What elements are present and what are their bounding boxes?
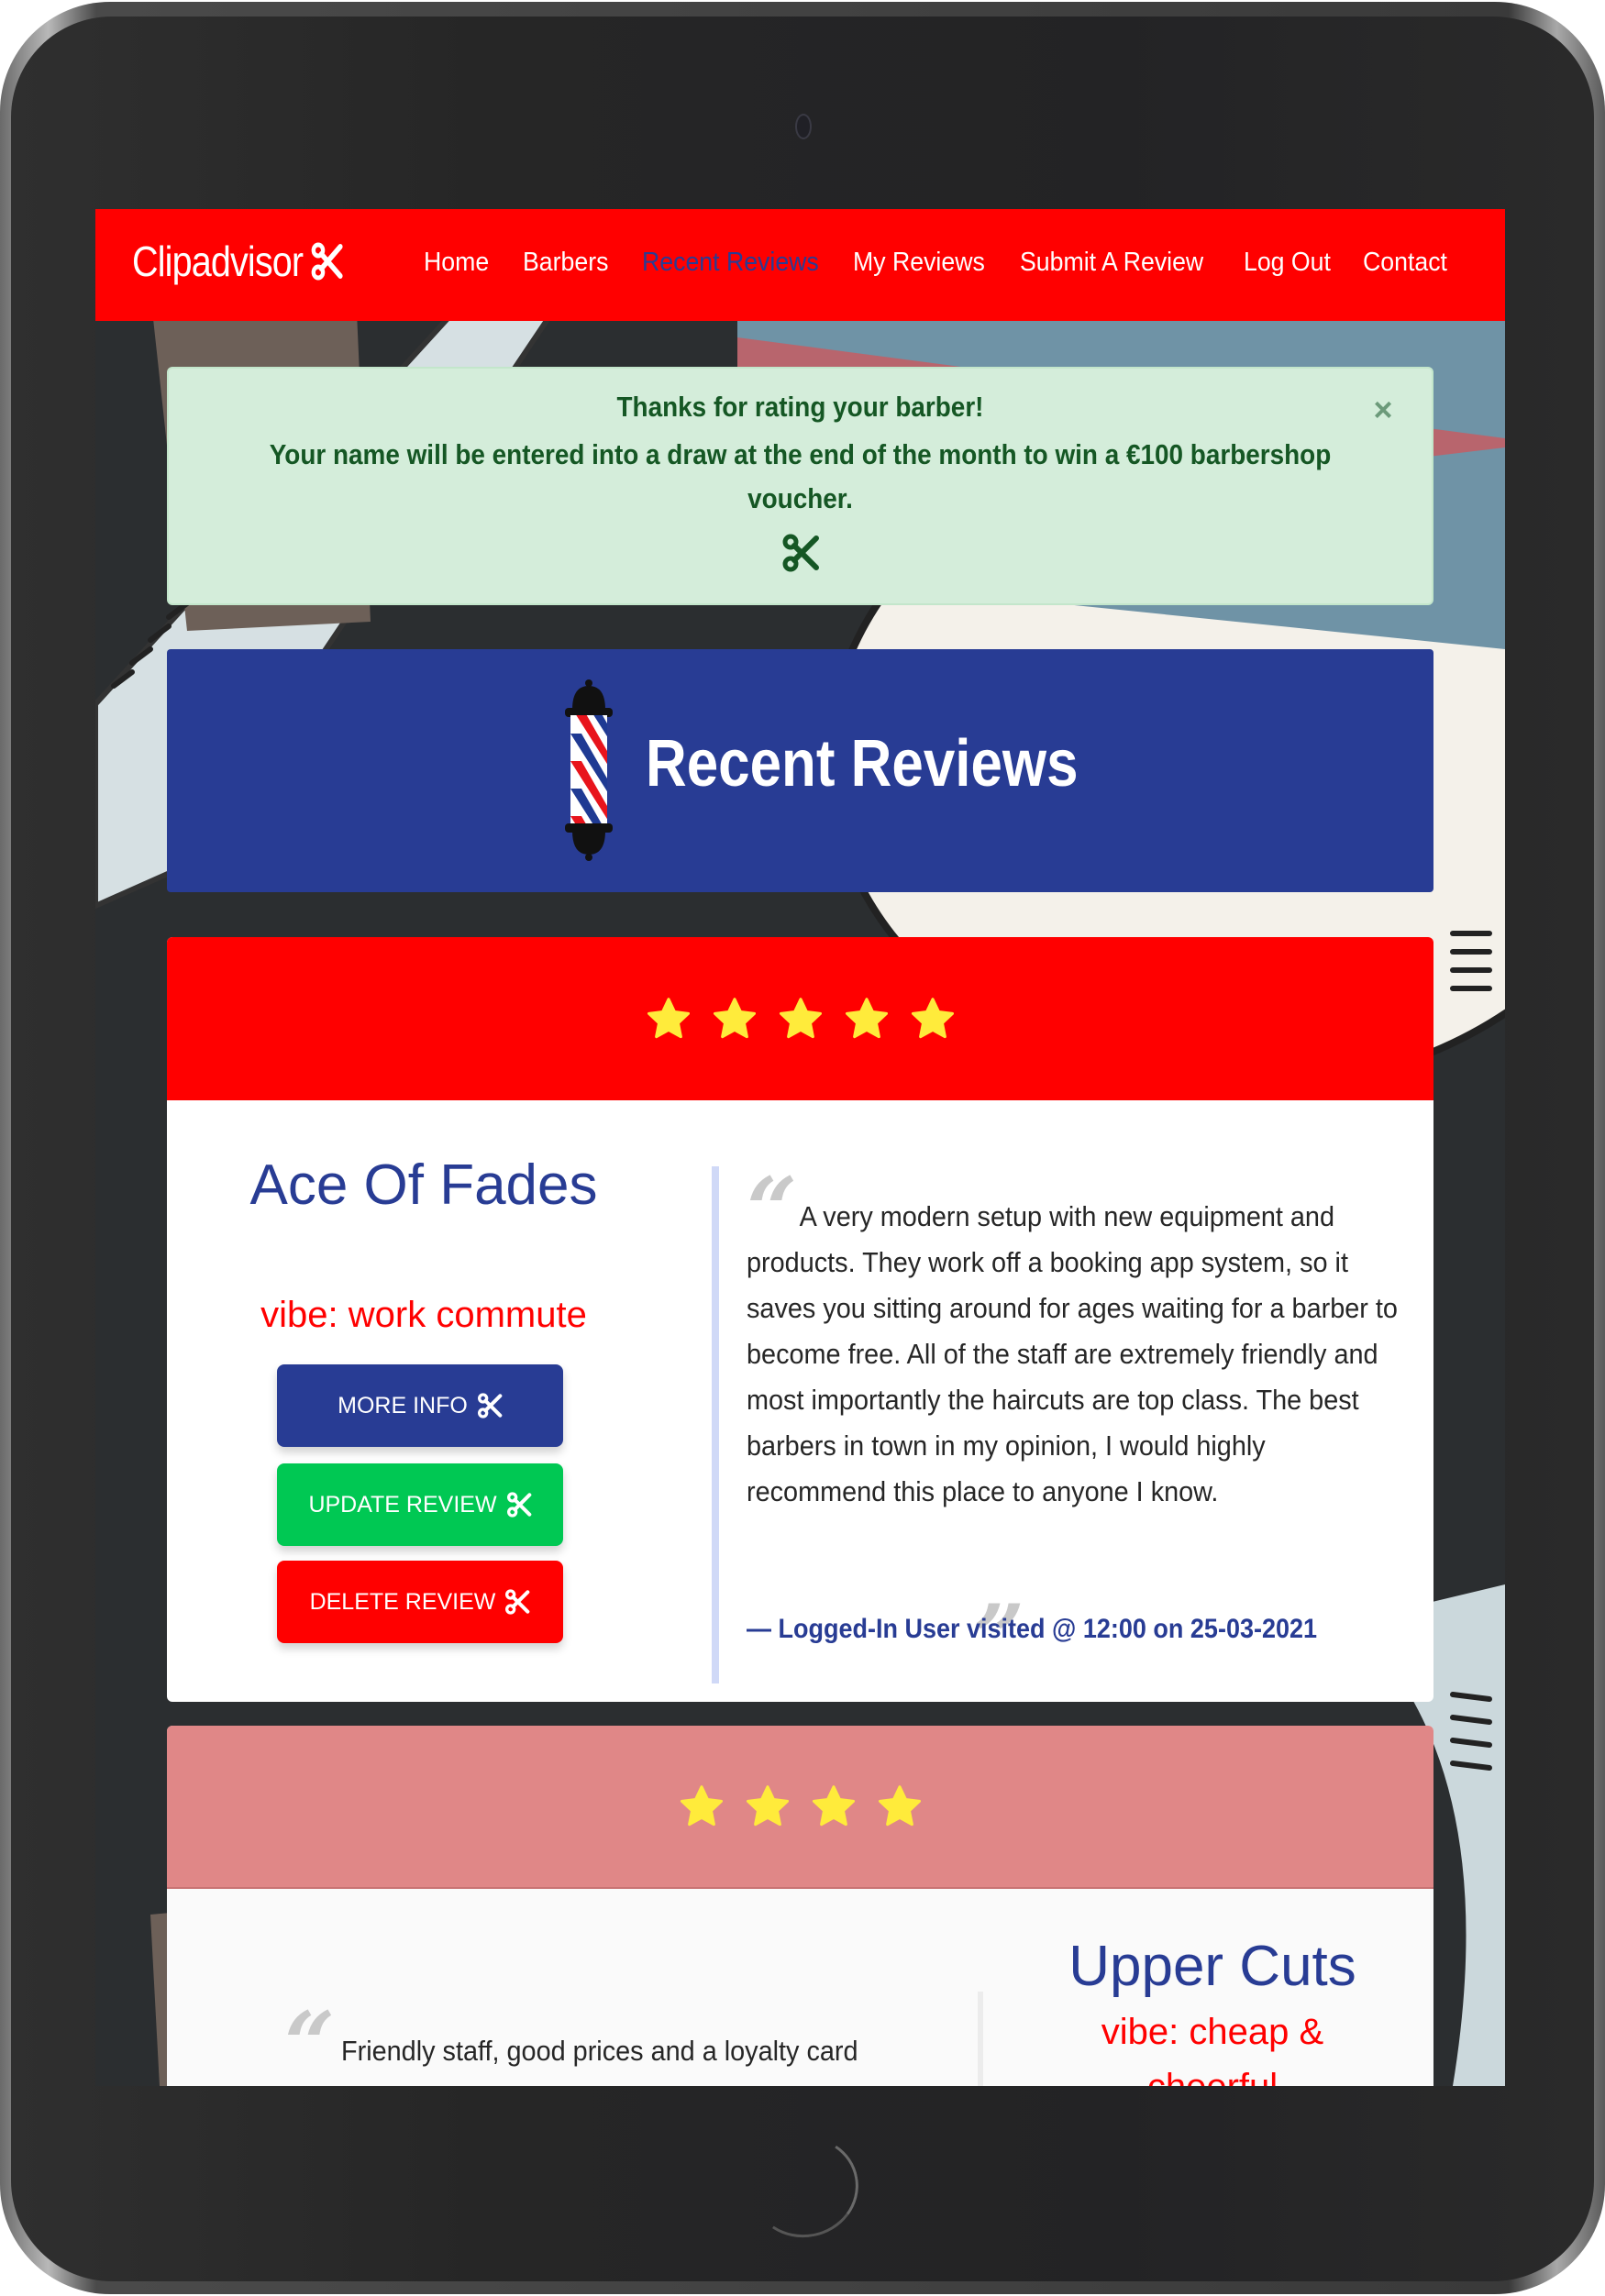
screen: Clipadvisor Home Barbers Recent Reviews … [95, 209, 1505, 2086]
alert-title: Thanks for rating your barber! [616, 391, 984, 423]
star-icon [878, 1785, 921, 1827]
quote-divider [978, 1992, 983, 2086]
brand-logo[interactable]: Clipadvisor [132, 237, 343, 286]
nav-barbers[interactable]: Barbers [523, 248, 633, 278]
nav-links: Home Barbers Recent Reviews My Reviews S… [424, 248, 1464, 278]
nav-contact[interactable]: Contact [1363, 248, 1456, 278]
barber-vibe-continued: cheerful [1002, 2059, 1423, 2086]
quote-divider [712, 1166, 719, 1386]
star-icon [845, 998, 888, 1039]
star-icon [812, 1785, 855, 1827]
barber-name: Upper Cuts [1068, 1935, 1356, 1998]
success-alert: Thanks for rating your barber! Your name… [167, 367, 1433, 605]
update-review-button[interactable]: UPDATE REVIEW [277, 1463, 563, 1546]
quote-divider [712, 1383, 719, 1683]
star-icon [680, 1785, 723, 1827]
more-info-button[interactable]: MORE INFO [277, 1364, 563, 1447]
barber-vibe: vibe: work commute [260, 1295, 587, 1335]
alert-message: Your name will be entered into a draw at… [269, 438, 1332, 514]
review-text: A very modern setup with new equipment a… [747, 1200, 1398, 1507]
star-rating [167, 1726, 1433, 1889]
brand-name: Clipadvisor [132, 237, 304, 285]
review-card: “ Friendly staff, good prices and a loya… [167, 1726, 1433, 2086]
star-icon [713, 998, 756, 1039]
barber-vibe: vibe: cheap & [1101, 2012, 1324, 2052]
nav-home[interactable]: Home [424, 248, 515, 278]
close-icon[interactable]: × [1369, 393, 1397, 426]
star-icon [647, 998, 690, 1039]
page-heading: Recent Reviews [167, 649, 1433, 892]
nav-submit-review[interactable]: Submit A Review [1020, 248, 1225, 278]
star-rating [167, 937, 1433, 1100]
star-icon [779, 998, 822, 1039]
nav-log-out[interactable]: Log Out [1244, 248, 1354, 278]
update-review-label: UPDATE REVIEW [308, 1491, 497, 1518]
barber-name: Ace Of Fades [249, 1154, 598, 1217]
review-meta: — Logged-In User visited @ 12:00 on 25-0… [747, 1614, 1318, 1644]
open-quote-icon: “ [284, 1992, 336, 2087]
scissors-icon [311, 242, 343, 281]
scissors-icon [782, 534, 819, 572]
page-title: Recent Reviews [646, 727, 1079, 800]
delete-review-button[interactable]: DELETE REVIEW [277, 1561, 563, 1643]
barber-pole-icon [565, 679, 613, 861]
nav-recent-reviews[interactable]: Recent Reviews [642, 248, 836, 278]
scissors-icon [505, 1589, 530, 1615]
scissors-icon [477, 1393, 503, 1418]
star-icon [911, 998, 954, 1039]
more-info-label: MORE INFO [338, 1392, 468, 1418]
review-text: Friendly staff, good prices and a loyalt… [341, 2035, 858, 2067]
nav-my-reviews[interactable]: My Reviews [853, 248, 1006, 278]
review-card: Ace Of Fades vibe: work commute MORE INF… [167, 937, 1433, 1702]
star-icon [746, 1785, 789, 1827]
delete-review-label: DELETE REVIEW [309, 1588, 496, 1615]
navbar: Clipadvisor Home Barbers Recent Reviews … [95, 209, 1505, 321]
camera-icon [795, 114, 812, 139]
scissors-icon [506, 1492, 531, 1518]
